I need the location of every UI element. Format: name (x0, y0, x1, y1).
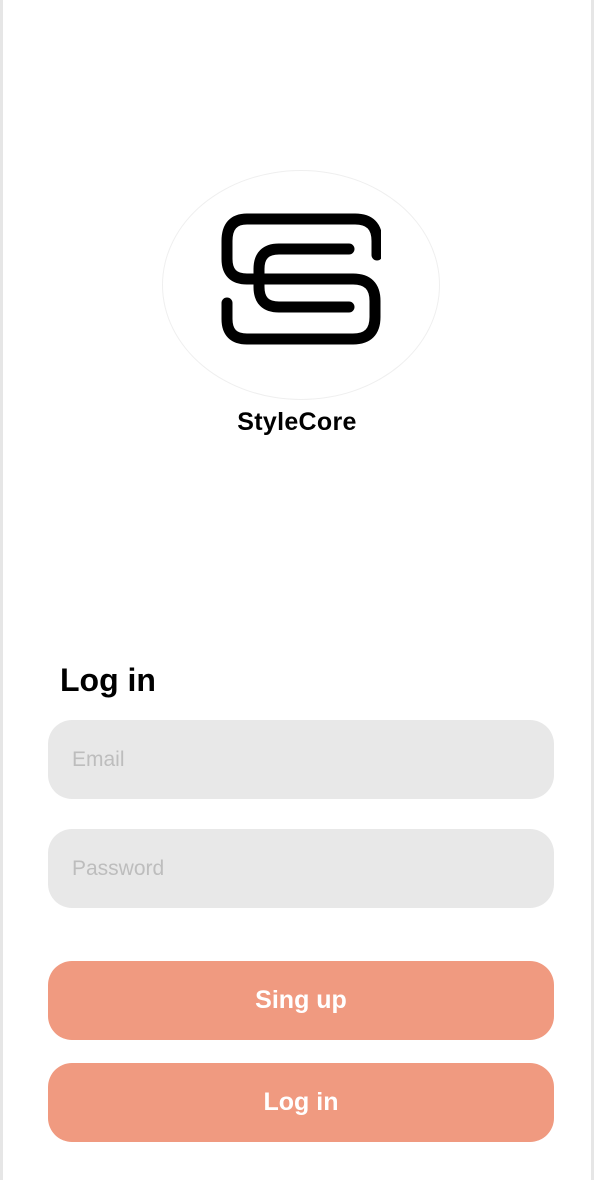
login-heading: Log in (60, 662, 156, 698)
signup-button-label: Sing up (255, 986, 347, 1014)
login-screen: StyleCore Log in Sing up Log in (0, 0, 594, 1180)
password-field[interactable] (48, 829, 554, 908)
brand-logo (162, 170, 440, 400)
brand-name: StyleCore (237, 408, 357, 436)
email-field[interactable] (48, 720, 554, 799)
sc-monogram-logo-icon (221, 213, 381, 345)
login-button-label: Log in (263, 1088, 339, 1116)
login-button[interactable]: Log in (48, 1063, 554, 1142)
signup-button[interactable]: Sing up (48, 961, 554, 1040)
